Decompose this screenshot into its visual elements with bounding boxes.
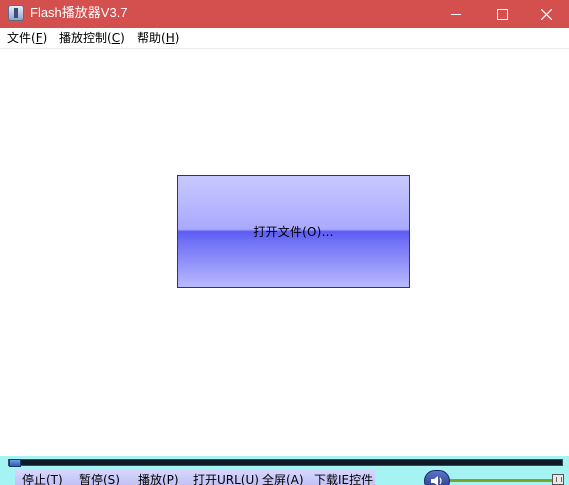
- player-area: 打开文件(O)...: [0, 49, 569, 456]
- menu-file-suffix: ): [42, 31, 48, 45]
- menu-playback-key: C: [111, 31, 121, 45]
- app-icon[interactable]: [8, 5, 24, 21]
- open-file-label: 打开文件(O)...: [253, 225, 334, 239]
- title-bar: Flash播放器V3.7: [0, 0, 569, 28]
- fullscreen-button[interactable]: 全屏(A): [262, 473, 304, 485]
- volume-slider-track[interactable]: [450, 479, 552, 482]
- stop-button[interactable]: 停止(T): [22, 473, 63, 485]
- maximize-icon: [496, 8, 508, 20]
- pause-button[interactable]: 暂停(S): [79, 473, 120, 485]
- menu-file-key: F: [35, 31, 43, 45]
- control-panel: 停止(T) 暂停(S) 播放(P) 打开URL(U) 全屏(A) 下载IE控件: [0, 456, 569, 485]
- close-button[interactable]: [523, 0, 569, 28]
- menu-bar: 文件(F) 播放控制(C) 帮助(H): [0, 28, 569, 49]
- volume-slider-thumb[interactable]: [552, 474, 564, 485]
- progress-thumb[interactable]: [9, 459, 21, 467]
- menu-playback-control[interactable]: 播放控制(C): [59, 30, 125, 46]
- play-button[interactable]: 播放(P): [138, 473, 179, 485]
- minimize-icon: [451, 13, 461, 15]
- open-file-button[interactable]: 打开文件(O)...: [177, 175, 410, 288]
- menu-help-label: 帮助(: [137, 31, 166, 45]
- speaker-icon: [431, 476, 442, 485]
- menu-help[interactable]: 帮助(H): [137, 30, 179, 46]
- volume-button[interactable]: [424, 470, 450, 485]
- maximize-button[interactable]: [479, 0, 525, 28]
- menu-playback-suffix: ): [120, 31, 125, 45]
- close-icon: [540, 8, 552, 20]
- menu-file-label: 文件(: [7, 31, 36, 45]
- menu-help-key: H: [165, 31, 175, 45]
- minimize-button[interactable]: [433, 0, 479, 28]
- progress-bar[interactable]: [8, 459, 563, 467]
- menu-playback-label: 播放控制(: [59, 31, 112, 45]
- window-title: Flash播放器V3.7: [30, 5, 128, 20]
- menu-help-suffix: ): [174, 31, 180, 45]
- menu-file[interactable]: 文件(F): [7, 30, 47, 46]
- download-ie-control-button[interactable]: 下载IE控件: [314, 473, 373, 485]
- open-url-button[interactable]: 打开URL(U): [193, 473, 259, 485]
